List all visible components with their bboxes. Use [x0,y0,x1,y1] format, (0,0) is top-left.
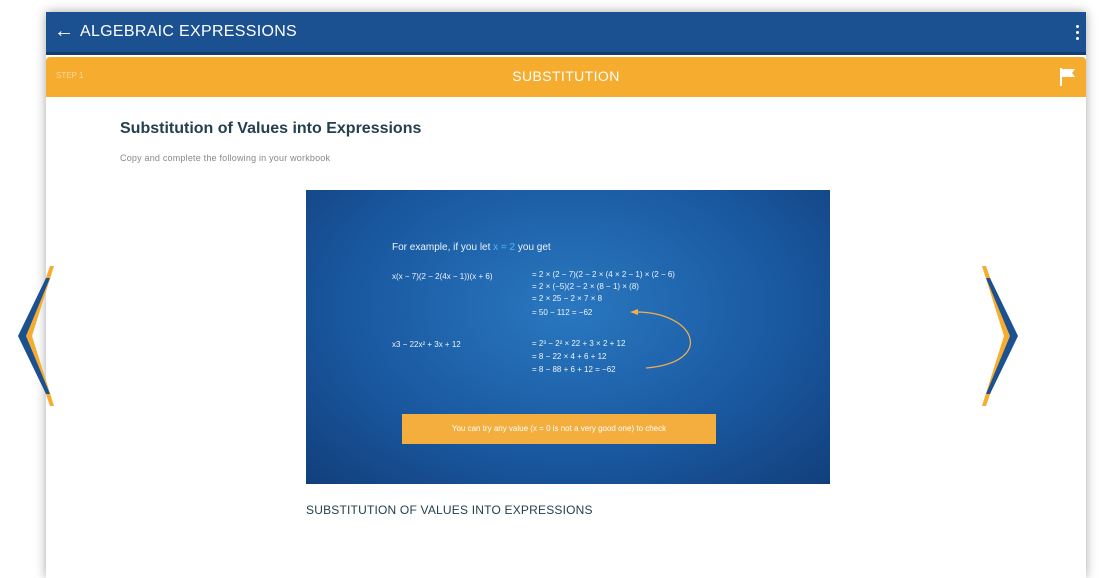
content-title: Substitution of Values into Expressions [120,120,422,137]
app-title: ALGEBRAIC EXPRESSIONS [80,23,298,40]
slide-caption: SUBSTITUTION OF VALUES INTO EXPRESSIONS [306,503,593,517]
slide-step: = 2³ − 2² × 22 + 3 × 2 + 12 [532,339,626,348]
app-bar: ← ALGEBRAIC EXPRESSIONS [46,12,1086,55]
slide-intro-prefix: For example, if you let [392,242,494,253]
content-instruction: Copy and complete the following in your … [120,153,331,163]
more-vertical-icon[interactable] [1072,21,1082,43]
section-bar: STEP 1 SUBSTITUTION [46,57,1086,97]
slide-note: You can try any value (x = 0 is not a ve… [402,414,716,444]
slide-step: = 8 − 88 + 6 + 12 = −62 [532,365,616,374]
slide-step: = 2 × (2 − 7)(2 − 2 × (4 × 2 − 1) × (2 −… [532,270,675,279]
slide-intro-suffix: you get [515,242,551,253]
flag-icon[interactable] [1056,65,1080,89]
slide-step: = 8 − 22 × 4 + 6 + 12 [532,352,607,361]
slide-step: = 50 − 112 = −62 [532,308,593,317]
back-arrow-icon[interactable]: ← [54,20,74,42]
slide-intro: For example, if you let x = 2 you get [392,242,551,253]
slide-step: = 2 × (−5)(2 − 2 × (8 − 1) × (8) [532,282,639,291]
slide-intro-value: x = 2 [493,242,516,253]
chevron-left-icon[interactable] [14,266,54,406]
slide-expression-1: x(x − 7)(2 − 2(4x − 1))(x + 6) [392,272,493,281]
comparison-arc [630,309,691,369]
chevron-right-icon[interactable] [982,266,1022,406]
app-window: ← ALGEBRAIC EXPRESSIONS STEP 1 SUBSTITUT… [46,12,1086,578]
slide-expression-2: x3 − 22x² + 3x + 12 [392,340,461,349]
example-slide: For example, if you let x = 2 you get x(… [306,190,830,484]
section-title: SUBSTITUTION [512,68,620,84]
slide-step: = 2 × 25 − 2 × 7 × 8 [532,294,603,303]
